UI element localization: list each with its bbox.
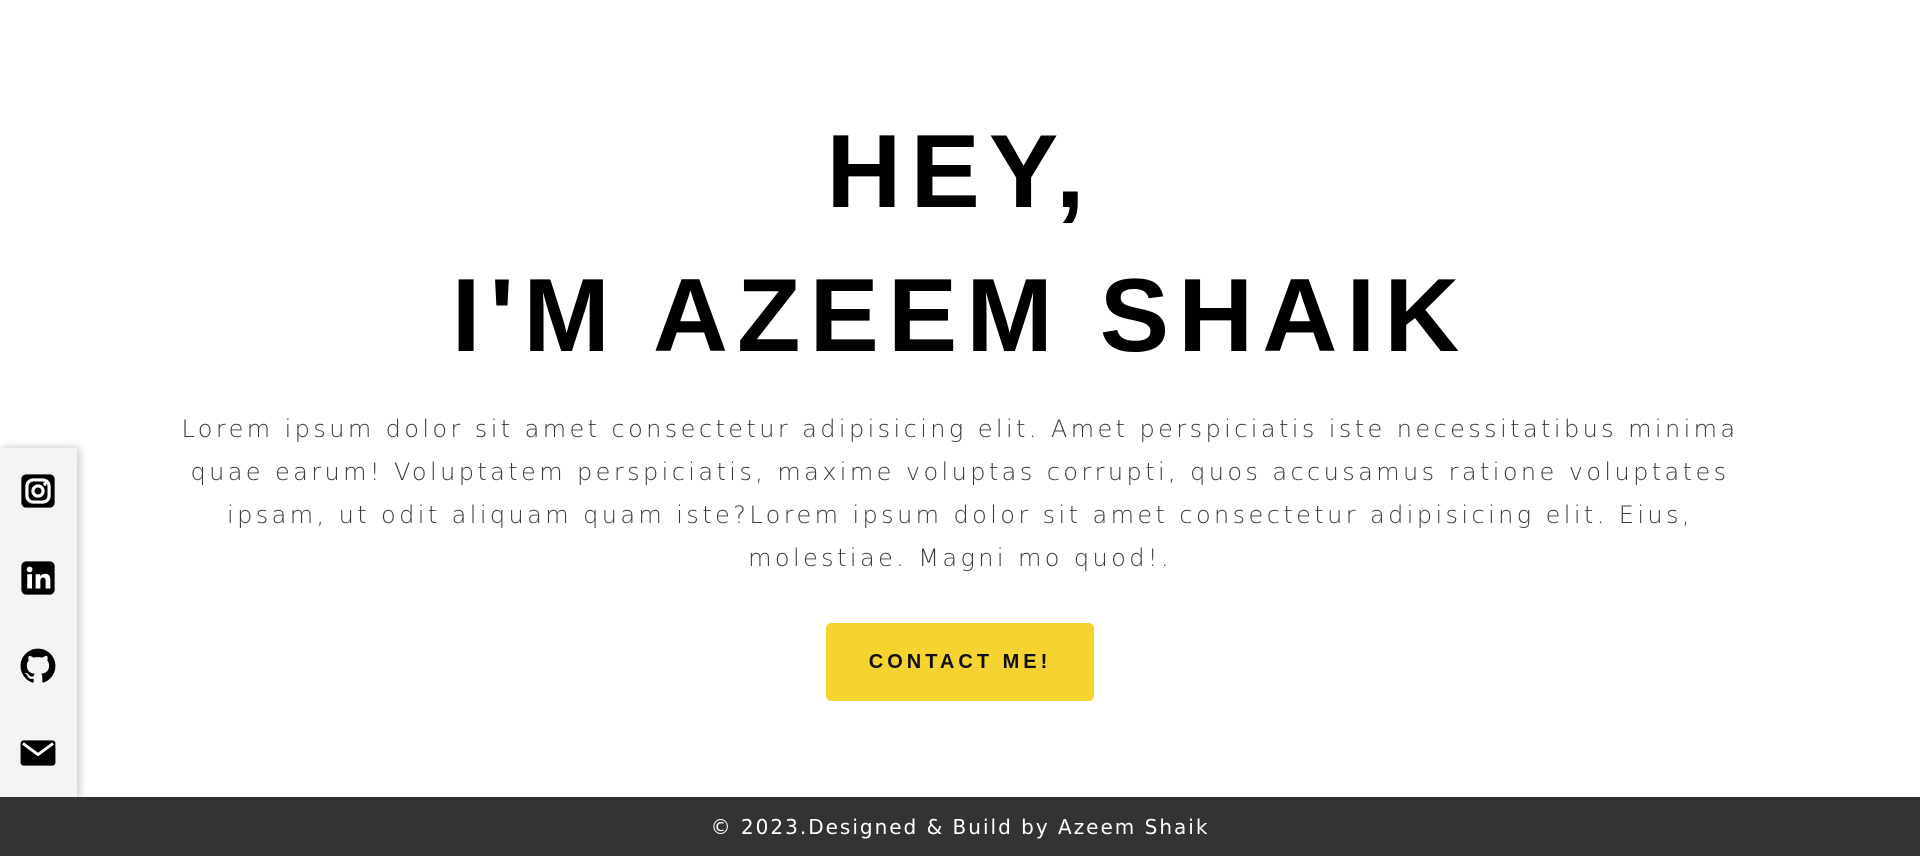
- linkedin-icon: [21, 561, 55, 595]
- hero-section: HEY, I'M AZEEM SHAIK Lorem ipsum dolor s…: [0, 0, 1920, 797]
- social-sidebar: [0, 448, 77, 798]
- footer-copyright: © 2023.Designed & Build by Azeem Shaik: [710, 814, 1210, 839]
- linkedin-link[interactable]: [17, 557, 59, 599]
- mail-icon: [20, 740, 56, 766]
- hero-title: HEY, I'M AZEEM SHAIK: [0, 100, 1920, 388]
- footer: © 2023.Designed & Build by Azeem Shaik: [0, 797, 1920, 856]
- hero-name: I'M AZEEM SHAIK: [451, 258, 1469, 374]
- instagram-link[interactable]: [17, 470, 59, 512]
- email-link[interactable]: [17, 732, 59, 774]
- github-icon: [20, 648, 56, 683]
- contact-me-button[interactable]: CONTACT ME!: [826, 623, 1094, 701]
- hero-description: Lorem ipsum dolor sit amet consectetur a…: [181, 415, 1739, 572]
- github-link[interactable]: [17, 645, 59, 687]
- instagram-icon: [21, 474, 55, 508]
- hero-greeting: HEY,: [826, 114, 1094, 230]
